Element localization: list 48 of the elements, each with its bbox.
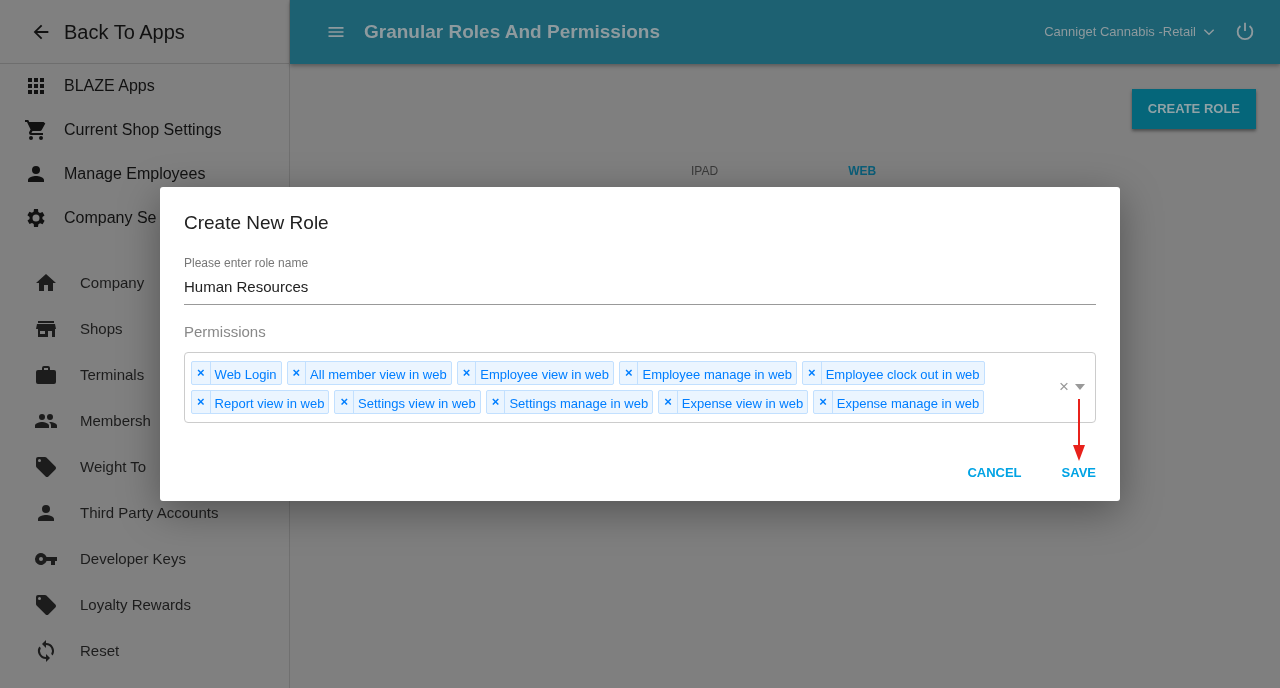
remove-tag-button[interactable]: × xyxy=(659,390,678,413)
sidebar-item[interactable]: Weight To xyxy=(0,444,289,490)
sidebar-item[interactable]: Loyalty Rewards xyxy=(0,582,289,628)
field-label: Please enter role name xyxy=(184,254,310,272)
remove-tag-button[interactable]: × xyxy=(814,390,833,413)
sidebar-item[interactable]: Current Shop Settings xyxy=(0,108,289,152)
tag-icon xyxy=(34,455,58,479)
role-name-field[interactable]: Human Resources xyxy=(184,271,1096,305)
tab[interactable]: IPAD xyxy=(691,161,719,180)
remove-tag-button[interactable]: × xyxy=(192,390,211,413)
remove-tag-button[interactable]: × xyxy=(619,361,639,384)
cart-icon xyxy=(24,118,48,142)
remove-tag-button[interactable]: × xyxy=(192,361,211,384)
remove-tag-button[interactable]: × xyxy=(803,361,822,384)
permission-tag: × All member view in web xyxy=(286,360,452,385)
permission-tag: × Employee manage in web xyxy=(618,360,798,385)
sidebar-item[interactable]: Developer Keys xyxy=(0,536,289,582)
back-link[interactable]: Back To Apps xyxy=(64,16,185,47)
permission-tag: × Expense view in web xyxy=(658,389,809,414)
permission-tag: × Settings view in web xyxy=(334,389,481,414)
sidebar-item[interactable]: Reset xyxy=(0,628,289,674)
remove-tag-button[interactable]: × xyxy=(335,390,354,413)
sidebar-item[interactable]: Third Party Accounts xyxy=(0,490,289,536)
power-icon[interactable] xyxy=(1234,21,1256,43)
permission-tag: × Employee clock out in web xyxy=(802,360,985,385)
cancel-button[interactable]: CANCEL xyxy=(967,462,1022,482)
permission-tag: × Employee view in web xyxy=(456,360,614,385)
tag-icon xyxy=(34,593,58,617)
permissions-select[interactable] xyxy=(184,351,1096,423)
remove-tag-button[interactable]: × xyxy=(486,390,506,413)
sidebar-item[interactable]: Manage Employees xyxy=(0,152,289,196)
dropdown-caret-icon[interactable] xyxy=(1075,384,1085,390)
briefcase-icon xyxy=(34,363,58,387)
page-title: Granular Roles And Permissions xyxy=(364,19,660,44)
remove-tag-button[interactable]: × xyxy=(287,361,307,384)
clear-button[interactable]: × xyxy=(1059,374,1069,400)
permission-tag: × Web Login xyxy=(191,360,282,385)
permission-tag: × Settings manage in web xyxy=(485,389,654,414)
dialog-title: Create New Role xyxy=(184,211,330,235)
save-button[interactable]: SAVE xyxy=(1061,462,1096,482)
sidebar-item[interactable]: BLAZE Apps xyxy=(0,64,289,108)
annotation-arrow xyxy=(1072,399,1086,463)
permission-tag: × Expense manage in web xyxy=(813,389,985,414)
field-label: Permissions xyxy=(184,322,267,342)
permission-tag: × Report view in web xyxy=(191,389,330,414)
shop-selector[interactable]: Canniget Cannabis -Retail xyxy=(1044,22,1196,42)
create-role-button[interactable]: CREATE ROLE xyxy=(1131,89,1256,129)
remove-tag-button[interactable]: × xyxy=(457,361,477,384)
